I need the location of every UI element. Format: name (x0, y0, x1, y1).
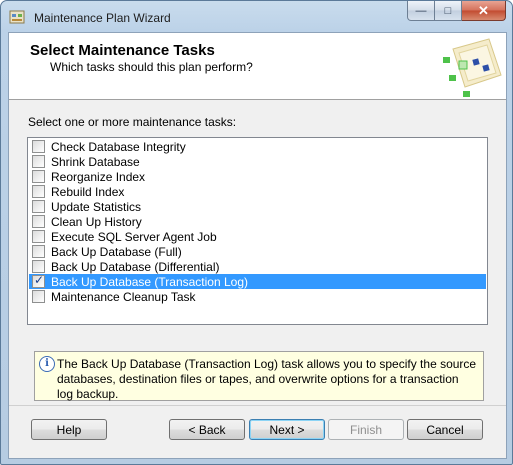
task-description-box: i The Back Up Database (Transaction Log)… (34, 351, 484, 401)
task-label: Maintenance Cleanup Task (51, 289, 196, 304)
task-item[interactable]: Clean Up History (29, 214, 486, 229)
task-checkbox[interactable] (32, 290, 45, 303)
wizard-illustration-icon (443, 38, 502, 97)
task-list[interactable]: Check Database Integrity Shrink Database R… (27, 137, 488, 325)
minimize-button[interactable]: — (407, 1, 435, 21)
title-bar[interactable]: Maintenance Plan Wizard — □ ✕ (1, 1, 512, 33)
task-label: Rebuild Index (51, 184, 125, 199)
back-button[interactable]: < Back (169, 419, 245, 440)
task-checkbox[interactable] (32, 215, 45, 228)
task-label: Back Up Database (Differential) (51, 259, 220, 274)
task-checkbox[interactable] (32, 245, 45, 258)
maximize-icon: □ (444, 4, 452, 17)
task-label: Execute SQL Server Agent Job (51, 229, 217, 244)
button-separator (9, 405, 506, 406)
task-item[interactable]: Reorganize Index (29, 169, 486, 184)
maximize-button[interactable]: □ (435, 1, 462, 21)
task-checkbox[interactable] (32, 155, 45, 168)
cancel-button[interactable]: Cancel (407, 419, 483, 440)
task-checkbox[interactable] (32, 185, 45, 198)
task-label: Reorganize Index (51, 169, 146, 184)
task-item[interactable]: Back Up Database (Differential) (29, 259, 486, 274)
task-label: Back Up Database (Transaction Log) (51, 274, 248, 289)
finish-button[interactable]: Finish (328, 419, 404, 440)
info-icon: i (39, 356, 55, 372)
task-item[interactable]: Execute SQL Server Agent Job (29, 229, 486, 244)
close-icon: ✕ (478, 2, 489, 18)
task-label: Check Database Integrity (51, 139, 186, 154)
task-checkbox[interactable] (32, 200, 45, 213)
task-item[interactable]: Check Database Integrity (29, 139, 486, 154)
task-item[interactable]: Back Up Database (Full) (29, 244, 486, 259)
help-button[interactable]: Help (31, 419, 107, 440)
checkmark-icon: ✓ (34, 273, 45, 287)
wizard-window: Maintenance Plan Wizard — □ ✕ Select Mai… (0, 0, 513, 465)
task-item[interactable]: Maintenance Cleanup Task (29, 289, 486, 304)
caption-buttons: — □ ✕ (407, 1, 506, 21)
close-button[interactable]: ✕ (462, 1, 506, 21)
task-checkbox[interactable] (32, 260, 45, 273)
task-label: Clean Up History (51, 214, 142, 229)
wizard-header: Select Maintenance Tasks Which tasks sho… (9, 33, 506, 100)
task-item[interactable]: Rebuild Index (29, 184, 486, 199)
page-subtitle: Which tasks should this plan perform? (50, 60, 253, 74)
task-item[interactable]: Update Statistics (29, 199, 486, 214)
wizard-client-area: Select Maintenance Tasks Which tasks sho… (8, 32, 507, 459)
task-label: Update Statistics (51, 199, 142, 214)
minimize-icon: — (415, 4, 427, 17)
task-checkbox[interactable] (32, 170, 45, 183)
next-button[interactable]: Next > (249, 419, 325, 440)
tasks-label: Select one or more maintenance tasks: (28, 115, 237, 129)
task-item[interactable]: ✓ Back Up Database (Transaction Log) (29, 273, 486, 289)
task-checkbox[interactable] (32, 140, 45, 153)
task-checkbox[interactable]: ✓ (32, 273, 45, 288)
task-item[interactable]: Shrink Database (29, 154, 486, 169)
task-label: Shrink Database (51, 154, 140, 169)
app-icon (9, 10, 25, 24)
task-checkbox[interactable] (32, 230, 45, 243)
window-title: Maintenance Plan Wizard (34, 11, 171, 25)
task-label: Back Up Database (Full) (51, 244, 182, 259)
task-description-text: The Back Up Database (Transaction Log) t… (57, 357, 477, 401)
page-title: Select Maintenance Tasks (30, 42, 215, 59)
